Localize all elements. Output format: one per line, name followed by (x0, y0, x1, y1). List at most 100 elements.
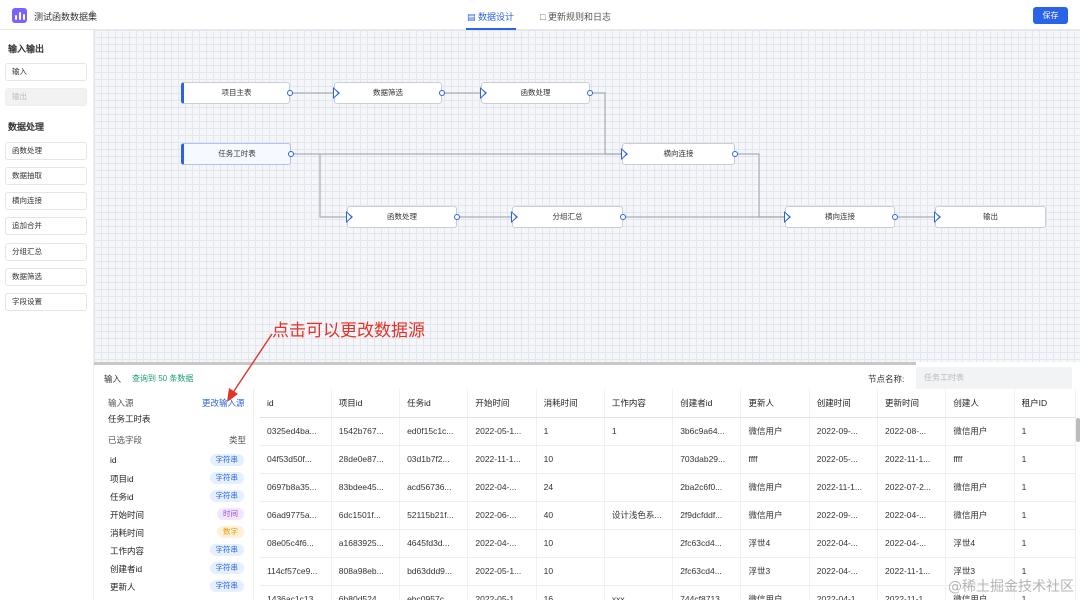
table-cell: 703dab29... (672, 445, 742, 474)
field-name: 更新人 (110, 582, 136, 592)
table-cell: 52115b21f... (399, 501, 469, 530)
field-name: 消耗时间 (110, 528, 145, 538)
field-type-badge: 字符串 (209, 490, 244, 502)
column-header[interactable]: id (260, 389, 332, 418)
sidebar-item-join[interactable]: 横向连接 (5, 192, 87, 210)
flow-canvas[interactable] (94, 30, 1080, 362)
table-cell: 744cf8713... (672, 585, 742, 600)
field-name: 项目id (110, 474, 134, 484)
sidebar-item-input[interactable]: 输入 (5, 63, 87, 81)
column-header[interactable]: 租户ID (1014, 389, 1076, 418)
flow-node-project-table[interactable]: 项目主表 (181, 82, 293, 104)
table-cell: 83bdee45... (331, 473, 401, 502)
document-icon: ▤ (467, 12, 476, 22)
table-cell: 2022-04-... (877, 501, 947, 530)
table-cell: 0697b8a35... (260, 473, 332, 502)
selected-fields-label: 已选字段 (108, 435, 143, 445)
field-row[interactable]: 创建者id 字符串 (94, 560, 254, 578)
column-header[interactable]: 消耗时间 (536, 389, 605, 418)
field-row[interactable]: 任务id 字符串 (94, 488, 254, 506)
field-name: 任务id (110, 492, 134, 502)
query-result-count: 查询到 50 条数据 (132, 374, 194, 383)
field-row[interactable]: 开始时间 时间 (94, 506, 254, 524)
field-row[interactable]: 工作内容 字符串 (94, 542, 254, 560)
column-header[interactable]: 任务id (399, 389, 469, 418)
flow-node-function-2[interactable]: 函数处理 (346, 206, 460, 228)
table-cell: 04f53d50f... (260, 445, 332, 474)
flow-node-function-1[interactable]: 函数处理 (480, 82, 593, 104)
table-cell: a1683925... (331, 529, 401, 558)
flow-node-join-1[interactable]: 横向连接 (621, 143, 738, 165)
field-name: 开始时间 (110, 510, 145, 520)
data-preview-table: id 项目id 任务id 开始时间 消耗时间 工作内容 创建者id 更新人 创建时间 更新时间 创建… (260, 389, 1076, 600)
sidebar-item-output[interactable]: 输出 (5, 88, 87, 106)
tab-update-rules[interactable]: □ 更新规则和日志 (540, 10, 611, 23)
table-cell: 微信用户 (740, 501, 810, 530)
column-header[interactable]: 开始时间 (467, 389, 537, 418)
sidebar-item-extract[interactable]: 数据抽取 (5, 167, 87, 185)
table-cell: 1 (1014, 473, 1076, 502)
table-cell: 6b80d524... (331, 585, 401, 600)
table-cell: 2022-09-... (809, 417, 879, 446)
table-cell: 0325ed4ba... (260, 417, 332, 446)
field-row[interactable]: 更新人 字符串 (94, 578, 254, 596)
table-cell: 10 (536, 529, 605, 558)
process-section-title: 数据处理 (8, 122, 45, 132)
column-header[interactable]: 创建者id (672, 389, 742, 418)
table-cell: 2022-05-... (809, 445, 879, 474)
table-cell: 6dc1501f... (331, 501, 401, 530)
field-row[interactable]: id 字符串 (94, 452, 254, 470)
field-type-badge: 字符串 (209, 562, 244, 574)
table-cell: 2022-05-1... (467, 585, 537, 600)
field-row[interactable]: 消耗时间 数字 (94, 524, 254, 542)
column-header[interactable]: 工作内容 (604, 389, 674, 418)
output-port[interactable] (454, 214, 460, 220)
node-name-input[interactable]: 任务工时表 (916, 367, 1072, 389)
flow-node-task-hours-table[interactable]: 任务工时表 (181, 143, 294, 165)
save-button[interactable]: 保存 (1033, 7, 1068, 24)
output-port[interactable] (288, 151, 294, 157)
table-cell (604, 445, 674, 474)
table-cell: 2fc63cd4... (672, 557, 742, 586)
table-cell: 设计浅色系... (604, 501, 674, 530)
table-cell: 微信用户 (740, 585, 810, 600)
flow-node-filter[interactable]: 数据筛选 (333, 82, 445, 104)
sidebar-item-field-settings[interactable]: 字段设置 (5, 293, 87, 311)
column-header[interactable]: 更新人 (740, 389, 810, 418)
input-port-icon (333, 87, 340, 99)
sidebar-item-append[interactable]: 追加合并 (5, 217, 87, 235)
flow-node-join-2[interactable]: 横向连接 (784, 206, 898, 228)
table-vertical-scrollbar[interactable] (1076, 418, 1080, 442)
input-port-icon (480, 87, 487, 99)
flow-node-group[interactable]: 分组汇总 (511, 206, 626, 228)
output-port[interactable] (439, 90, 445, 96)
column-header[interactable]: 创建人 (945, 389, 1015, 418)
table-cell: 1 (536, 417, 605, 446)
output-port[interactable] (620, 214, 626, 220)
sidebar-item-group[interactable]: 分组汇总 (5, 243, 87, 261)
sidebar-item-function[interactable]: 函数处理 (5, 142, 87, 160)
field-row[interactable]: 项目id 字符串 (94, 470, 254, 488)
output-port[interactable] (732, 151, 738, 157)
change-input-source-link[interactable]: 更改输入源 (202, 397, 245, 409)
table-cell: 2022-04-... (467, 473, 537, 502)
flow-node-output[interactable]: 输出 (934, 206, 1046, 228)
node-name-label: 节点名称: (868, 374, 905, 384)
node-data-panel: 输入 查询到 50 条数据 节点名称: 任务工时表 输入源 更改输入源 任务工时… (94, 365, 1080, 600)
table-cell: 2022-11-1... (467, 445, 537, 474)
table-cell: 2022-08-... (877, 417, 947, 446)
column-header[interactable]: 更新时间 (877, 389, 947, 418)
table-cell: 10 (536, 445, 605, 474)
table-row: 06ad9775a... 6dc1501f... 52115b21f... 2022-… (260, 501, 1076, 530)
output-port[interactable] (892, 214, 898, 220)
tab-data-design[interactable]: ▤ 数据设计 (467, 10, 514, 23)
fields-panel: 输入源 更改输入源 任务工时表 已选字段 类型 id 字符串 项目id 字符串 任务id… (94, 389, 254, 600)
output-port[interactable] (287, 90, 293, 96)
column-header[interactable]: 项目id (331, 389, 401, 418)
sidebar-item-filter[interactable]: 数据筛选 (5, 268, 87, 286)
edit-icon[interactable]: ✎ (90, 9, 98, 20)
output-port[interactable] (587, 90, 593, 96)
field-name: id (110, 455, 117, 465)
column-header[interactable]: 创建时间 (809, 389, 879, 418)
table-cell: xxx (604, 585, 674, 600)
